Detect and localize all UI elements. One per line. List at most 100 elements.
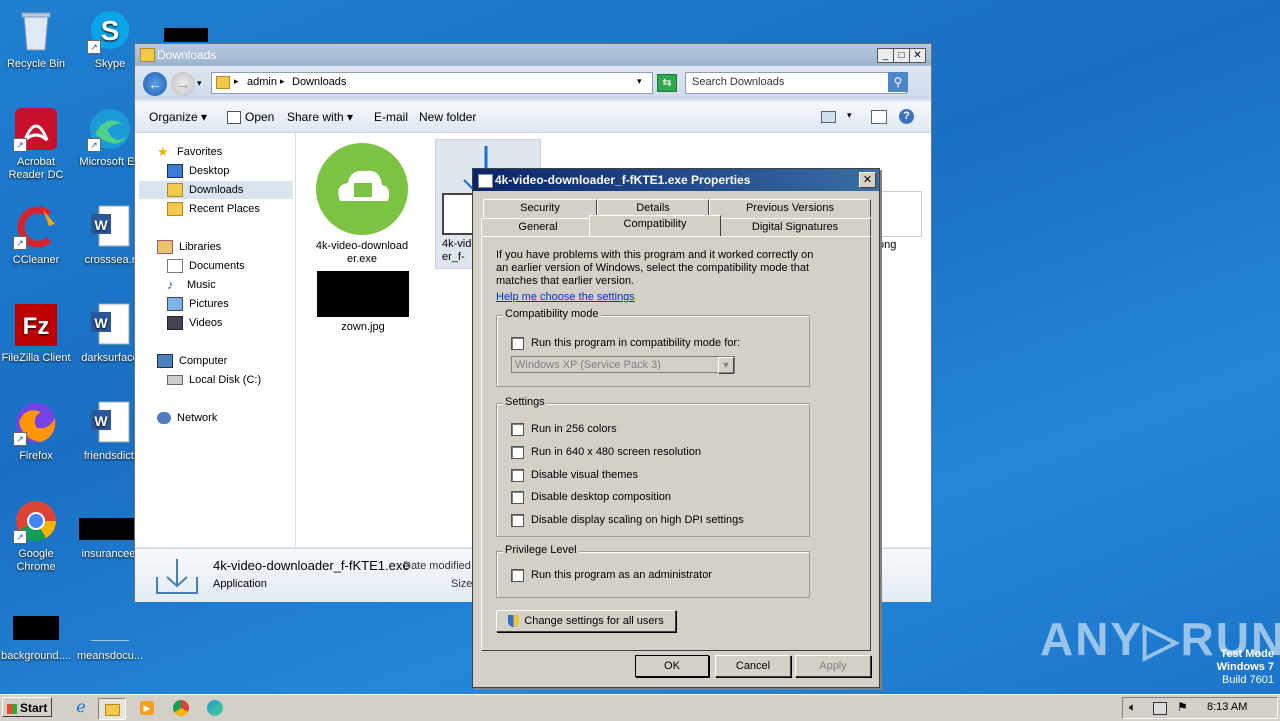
tab-general[interactable]: General bbox=[481, 218, 595, 236]
compat-mode-checkbox[interactable]: Run this program in compatibility mode f… bbox=[511, 336, 740, 350]
nav-videos[interactable]: Videos bbox=[167, 314, 222, 332]
edge-taskbar-icon[interactable] bbox=[202, 698, 228, 718]
close-button[interactable]: ✕ bbox=[909, 48, 926, 63]
chevron-down-icon[interactable]: ▾ bbox=[197, 78, 202, 89]
redacted-thumbnail bbox=[13, 600, 59, 646]
desktop-icon-ccleaner[interactable]: ↗ CCleaner bbox=[0, 204, 74, 267]
svg-text:S: S bbox=[101, 15, 120, 46]
nav-favorites[interactable]: ★ Favorites bbox=[157, 143, 222, 161]
flag-icon[interactable]: ⚑ bbox=[1177, 700, 1188, 714]
privilege-level-group: Privilege Level Run this program as an a… bbox=[496, 544, 810, 598]
compatibility-panel: If you have problems with this program a… bbox=[481, 236, 871, 651]
chevron-down-icon[interactable]: ▾ bbox=[637, 76, 642, 87]
nav-desktop[interactable]: Desktop bbox=[167, 162, 229, 180]
ie-icon[interactable]: ℯ bbox=[68, 698, 94, 718]
shortcut-arrow-icon: ↗ bbox=[13, 432, 27, 446]
network-tray-icon[interactable] bbox=[1153, 702, 1167, 715]
image-thumbnail bbox=[317, 271, 409, 317]
change-settings-all-users-button[interactable]: Change settings for all users bbox=[496, 610, 676, 632]
compat-mode-select[interactable]: Windows XP (Service Pack 3) ▼ bbox=[511, 356, 735, 374]
desktop-icon-redacted[interactable]: background.... bbox=[0, 600, 74, 663]
help-link[interactable]: Help me choose the settings bbox=[496, 291, 635, 303]
desktop-icon-label: meansdocu... bbox=[76, 650, 144, 662]
clock[interactable]: 8:13 AM bbox=[1207, 701, 1247, 713]
ok-button[interactable]: OK bbox=[635, 655, 709, 677]
explorer-taskbar-button[interactable] bbox=[98, 698, 126, 720]
start-button[interactable]: Start bbox=[2, 697, 52, 717]
nav-recent-places[interactable]: Recent Places bbox=[167, 200, 260, 218]
close-button[interactable]: ✕ bbox=[859, 172, 876, 188]
nav-documents[interactable]: Documents bbox=[167, 257, 245, 275]
chrome-taskbar-icon[interactable] bbox=[168, 698, 194, 718]
cancel-button[interactable]: Cancel bbox=[715, 655, 791, 677]
svg-text:Fz: Fz bbox=[23, 313, 50, 340]
documents-icon bbox=[167, 259, 183, 274]
search-input[interactable]: Search Downloads ⚲ bbox=[685, 72, 908, 94]
maximize-button[interactable]: □ bbox=[893, 48, 910, 63]
run-as-admin-checkbox[interactable]: Run this program as an administrator bbox=[511, 568, 712, 582]
back-button[interactable]: ← bbox=[143, 72, 167, 96]
nav-music[interactable]: ♪ Music bbox=[167, 276, 216, 294]
apply-button[interactable]: Apply bbox=[795, 655, 871, 677]
open-icon bbox=[227, 111, 241, 125]
network-icon bbox=[157, 412, 171, 425]
desktop-icon-recycle-bin[interactable]: Recycle Bin bbox=[0, 8, 74, 71]
nav-downloads[interactable]: Downloads bbox=[139, 181, 293, 199]
tab-digital-signatures[interactable]: Digital Signatures bbox=[719, 218, 871, 236]
address-bar[interactable]: ▸ admin ▸ Downloads ▾ bbox=[211, 72, 653, 94]
word-document-icon: W bbox=[87, 400, 133, 446]
filezilla-icon: Fz bbox=[13, 302, 59, 348]
chevron-down-icon: ▼ bbox=[718, 357, 734, 374]
tab-compatibility[interactable]: Compatibility bbox=[589, 215, 721, 236]
breadcrumb-admin[interactable]: admin bbox=[247, 76, 277, 88]
open-button[interactable]: Open bbox=[227, 110, 274, 125]
desktop-icon-filezilla[interactable]: Fz FileZilla Client bbox=[0, 302, 74, 365]
breadcrumb-downloads[interactable]: Downloads bbox=[292, 76, 346, 88]
setting-desktop-composition-checkbox[interactable]: Disable desktop composition bbox=[511, 490, 671, 504]
nav-network[interactable]: Network bbox=[157, 409, 217, 427]
nav-pictures[interactable]: Pictures bbox=[167, 295, 229, 313]
watermark-line: Windows 7 bbox=[1216, 661, 1274, 673]
organize-button[interactable]: Organize ▾ bbox=[149, 110, 207, 124]
file-item[interactable]: 4k-video-download er.exe bbox=[312, 141, 412, 266]
share-with-button[interactable]: Share with ▾ bbox=[287, 110, 353, 124]
search-icon[interactable]: ⚲ bbox=[888, 72, 908, 92]
volume-icon[interactable]: 🔈︎ bbox=[1129, 700, 1136, 715]
folder-icon bbox=[216, 76, 230, 89]
file-name: er.exe bbox=[347, 253, 377, 265]
new-folder-button[interactable]: New folder bbox=[419, 110, 476, 124]
nav-local-disk[interactable]: Local Disk (C:) bbox=[167, 371, 261, 389]
setting-640x480-checkbox[interactable]: Run in 640 x 480 screen resolution bbox=[511, 445, 701, 459]
setting-dpi-scaling-checkbox[interactable]: Disable display scaling on high DPI sett… bbox=[511, 513, 744, 527]
help-icon[interactable]: ? bbox=[899, 109, 914, 124]
desktop-icon-acrobat[interactable]: ↗ Acrobat Reader DC bbox=[0, 106, 74, 182]
group-label: Settings bbox=[503, 396, 547, 408]
chevron-down-icon[interactable]: ▾ bbox=[847, 110, 852, 121]
desktop-icon-chrome[interactable]: ↗ Google Chrome bbox=[0, 498, 74, 574]
chevron-right-icon: ▸ bbox=[234, 76, 239, 86]
forward-button[interactable]: → bbox=[171, 72, 195, 96]
tab-previous-versions[interactable]: Previous Versions bbox=[709, 199, 871, 217]
setting-visual-themes-checkbox[interactable]: Disable visual themes bbox=[511, 468, 638, 482]
window-title: Downloads bbox=[157, 48, 217, 62]
nav-libraries[interactable]: Libraries bbox=[157, 238, 221, 256]
desktop-icon-label: CCleaner bbox=[12, 254, 60, 266]
media-player-icon[interactable]: ▶ bbox=[134, 698, 160, 718]
file-item[interactable]: zown.jpg bbox=[316, 271, 410, 333]
music-icon: ♪ bbox=[167, 277, 174, 293]
email-button[interactable]: E-mail bbox=[374, 110, 408, 124]
desktop-icon-label: Google Chrome bbox=[16, 548, 56, 573]
view-options-icon[interactable] bbox=[821, 111, 836, 123]
refresh-icon[interactable]: ⇆ bbox=[657, 74, 677, 92]
star-icon: ★ bbox=[157, 144, 169, 160]
desktop-icon-document[interactable]: meansdocu... bbox=[72, 600, 148, 663]
explorer-titlebar[interactable]: Downloads _ □ ✕ bbox=[135, 44, 931, 67]
minimize-button[interactable]: _ bbox=[877, 48, 894, 63]
desktop-icon-firefox[interactable]: ↗ Firefox bbox=[0, 400, 74, 463]
taskbar: Start ℯ ▶ 🔈︎ ⚑ 8:13 AM bbox=[0, 694, 1280, 721]
preview-pane-icon[interactable] bbox=[871, 110, 887, 124]
setting-256-colors-checkbox[interactable]: Run in 256 colors bbox=[511, 422, 617, 436]
tab-security[interactable]: Security bbox=[483, 199, 597, 217]
dialog-titlebar[interactable]: 4k-video-downloader_f-fKTE1.exe Properti… bbox=[473, 169, 879, 191]
nav-computer[interactable]: Computer bbox=[157, 352, 227, 370]
